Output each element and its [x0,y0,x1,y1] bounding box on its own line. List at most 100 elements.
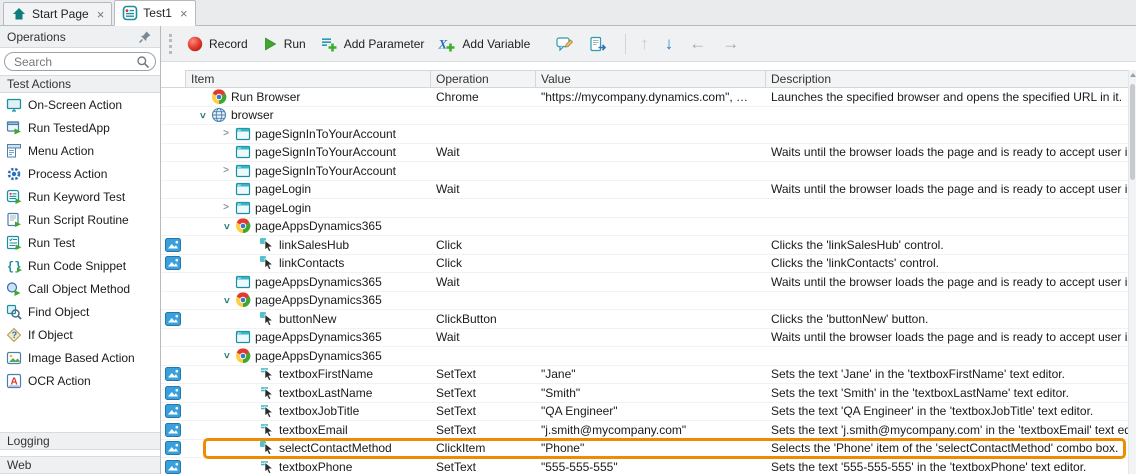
visualizer-icon[interactable] [165,237,181,253]
sidebar-item-run-code-snippet[interactable]: {}Run Code Snippet [0,254,160,277]
close-tab-icon[interactable]: × [180,7,188,20]
visualizer-icon[interactable] [165,311,181,327]
expand-icon[interactable]: > [217,165,235,176]
browser-globe-icon [211,107,227,123]
sidebar-item-if-object[interactable]: ? If Object [0,323,160,346]
test-step-row-textboxjobtitle-settext[interactable]: textboxJobTitleSetText"QA Engineer"Sets … [161,403,1128,422]
sidebar-item-ocr-action[interactable]: AOCR Action [0,369,160,392]
visualizer-cell [161,347,185,365]
visualizer-icon[interactable] [165,366,181,382]
visualizer-icon[interactable] [165,422,181,438]
sidebar-item-process-action[interactable]: Process Action [0,162,160,185]
test-step-row-textboxemail-settext[interactable]: textboxEmailSetText"j.smith@mycompany.co… [161,421,1128,440]
web-page-icon [235,181,251,197]
visualizer-icon[interactable] [165,385,181,401]
scrollbar-thumb[interactable] [1130,84,1135,180]
cell-operation [431,347,536,365]
sidebar-item-find-object[interactable]: Find Object [0,300,160,323]
tab-start-page[interactable]: Start Page × [3,2,112,25]
add-variable-icon: X [438,36,457,52]
if-object-icon: ? [6,327,22,343]
item-name: linkSalesHub [279,238,349,252]
tab-test1[interactable]: Test1 × [114,0,195,26]
test-step-row-buttonnew-clickbutton[interactable]: buttonNewClickButtonClicks the 'buttonNe… [161,310,1128,329]
image-based-action-icon [6,350,22,366]
test-step-row-pagesignintoyouraccount-wait[interactable]: pageSignInToYourAccountWaitWaits until t… [161,144,1128,163]
column-header-item[interactable]: Item [185,70,431,88]
run-button[interactable]: Run [255,31,313,57]
test-step-row-pageappsdynamics365[interactable]: >pageAppsDynamics365 [161,347,1128,366]
cell-value: "Jane" [536,366,766,384]
test-step-row-selectcontactmethod-clickitem[interactable]: selectContactMethodClickItem"Phone"Selec… [161,440,1128,459]
visualizer-icon[interactable] [165,459,181,474]
move-right-button[interactable]: → [722,35,739,52]
visualizer-icon[interactable] [165,403,181,419]
close-tab-icon[interactable]: × [97,8,105,21]
test-step-row-pagesignintoyouraccount[interactable]: >pageSignInToYourAccount [161,162,1128,181]
sidebar-item-image-based-action[interactable]: Image Based Action [0,346,160,369]
test-step-row-pagelogin[interactable]: >pageLogin [161,199,1128,218]
sidebar-item-run-script-routine[interactable]: Run Script Routine [0,208,160,231]
column-header-value[interactable]: Value [536,70,766,88]
set-text-action-icon [259,459,275,474]
move-up-button[interactable]: ↑ [640,35,649,52]
test-step-row-browser[interactable]: >browser [161,107,1128,126]
add-parameter-icon [320,36,339,52]
collapse-icon[interactable]: > [197,107,208,125]
vertical-scrollbar[interactable] [1128,70,1136,474]
add-variable-button[interactable]: X Add Variable [431,31,537,57]
sidebar-item-call-object-method[interactable]: Call Object Method [0,277,160,300]
test-step-row-pageappsdynamics365-wait[interactable]: pageAppsDynamics365WaitWaits until the b… [161,329,1128,348]
column-header-operation[interactable]: Operation [431,70,536,88]
run-icon [262,36,279,52]
search-input[interactable] [4,52,156,71]
collapse-icon[interactable]: > [221,292,232,310]
item-name: textboxLastName [279,386,372,400]
sidebar-item-run-testedapp[interactable]: Run TestedApp [0,116,160,139]
sidebar-item-run-keyword-test[interactable]: Run Keyword Test [0,185,160,208]
test-step-row-run-browser-chrome[interactable]: Run BrowserChrome"https://mycompany.dyna… [161,88,1128,107]
collapse-icon[interactable]: > [221,347,232,365]
test-step-row-pageappsdynamics365[interactable]: >pageAppsDynamics365 [161,292,1128,311]
test-step-row-pageappsdynamics365[interactable]: >pageAppsDynamics365 [161,218,1128,237]
test-step-row-textboxfirstname-settext[interactable]: textboxFirstNameSetText"Jane"Sets the te… [161,366,1128,385]
toolbar-grip[interactable] [169,34,172,54]
visualizer-icon[interactable] [165,440,181,456]
on-screen-action-icon [6,97,22,113]
test-step-row-pageappsdynamics365-wait[interactable]: pageAppsDynamics365WaitWaits until the b… [161,273,1128,292]
move-left-button[interactable]: ← [689,35,706,52]
search-icon[interactable] [136,55,150,72]
visualizer-cell [161,255,185,273]
test-step-row-linksaleshub-click[interactable]: linkSalesHubClickClicks the 'linkSalesHu… [161,236,1128,255]
pin-icon[interactable] [138,29,155,45]
scroll-up-icon[interactable] [1130,73,1136,77]
test-step-row-pagesignintoyouraccount[interactable]: >pageSignInToYourAccount [161,125,1128,144]
test-step-row-textboxlastname-settext[interactable]: textboxLastNameSetText"Smith"Sets the te… [161,384,1128,403]
operations-panel: Operations Test Actions On-Screen Action… [0,26,161,474]
sidebar-item-run-test[interactable]: Run Test [0,231,160,254]
group-header-web[interactable]: Web [0,456,160,474]
visualizer-icon[interactable] [165,255,181,271]
expand-icon[interactable]: > [217,128,235,139]
sidebar-item-on-screen-action[interactable]: On-Screen Action [0,93,160,116]
add-parameter-button[interactable]: Add Parameter [313,31,432,57]
test-step-row-linkcontacts-click[interactable]: linkContactsClickClicks the 'linkContact… [161,255,1128,274]
expand-icon[interactable]: > [217,202,235,213]
test-step-row-textboxphone-settext[interactable]: textboxPhoneSetText"555-555-555"Sets the… [161,458,1128,474]
add-comment-button[interactable] [549,31,582,57]
move-down-button[interactable]: ↓ [665,35,674,52]
sidebar-item-label: If Object [28,328,73,342]
click-action-icon [259,255,275,271]
test-step-row-pagelogin-wait[interactable]: pageLoginWaitWaits until the browser loa… [161,181,1128,200]
visualizer-cell [161,88,185,106]
group-header-logging[interactable]: Logging [0,432,160,450]
cell-description: Sets the text '555-555-555' in the 'text… [766,458,1128,474]
group-header-test-actions[interactable]: Test Actions [0,75,160,93]
cell-description: Sets the text 'Jane' in the 'textboxFirs… [766,366,1128,384]
cell-item: >pageAppsDynamics365 [185,347,431,365]
sidebar-item-menu-action[interactable]: Menu Action [0,139,160,162]
toggle-description-button[interactable] [582,31,615,57]
column-header-description[interactable]: Description [766,70,1128,88]
record-button[interactable]: Record [180,31,255,57]
collapse-icon[interactable]: > [221,218,232,236]
